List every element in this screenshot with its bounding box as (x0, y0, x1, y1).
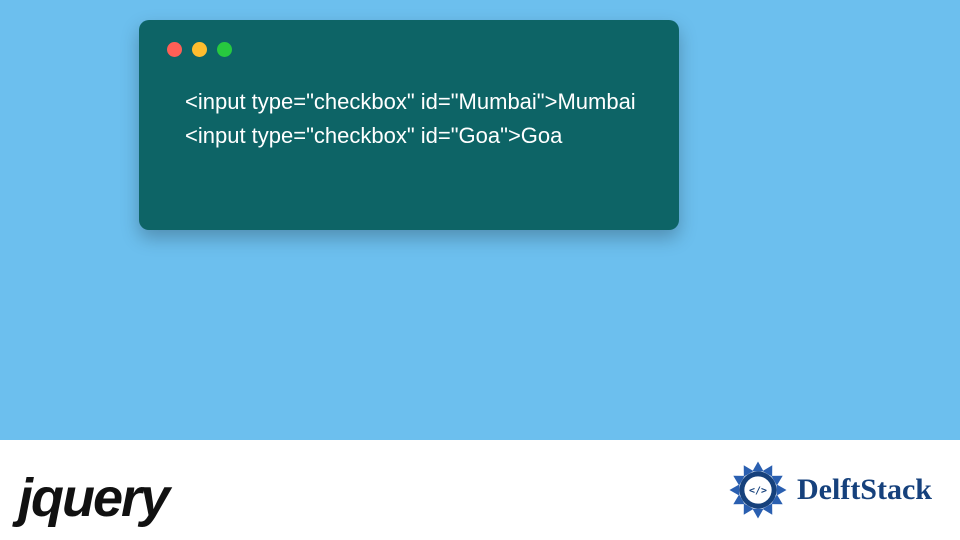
gear-icon: </> (727, 459, 789, 521)
jquery-logo: jQuery (18, 467, 168, 529)
window-controls (167, 42, 651, 57)
maximize-icon (217, 42, 232, 57)
footer-bar: jQuery (0, 440, 960, 540)
code-line: <input type="checkbox" id="Goa">Goa (185, 119, 651, 153)
jquery-logo-text: jQuery (18, 467, 168, 529)
close-icon (167, 42, 182, 57)
code-line: <input type="checkbox" id="Mumbai">Mumba… (185, 85, 651, 119)
code-block: <input type="checkbox" id="Mumbai">Mumba… (167, 85, 651, 153)
code-snippet-card: <input type="checkbox" id="Mumbai">Mumba… (139, 20, 679, 230)
delftstack-logo: </> DelftStack (727, 459, 932, 521)
delftstack-logo-text: DelftStack (797, 473, 932, 507)
svg-text:</>: </> (749, 486, 767, 497)
minimize-icon (192, 42, 207, 57)
